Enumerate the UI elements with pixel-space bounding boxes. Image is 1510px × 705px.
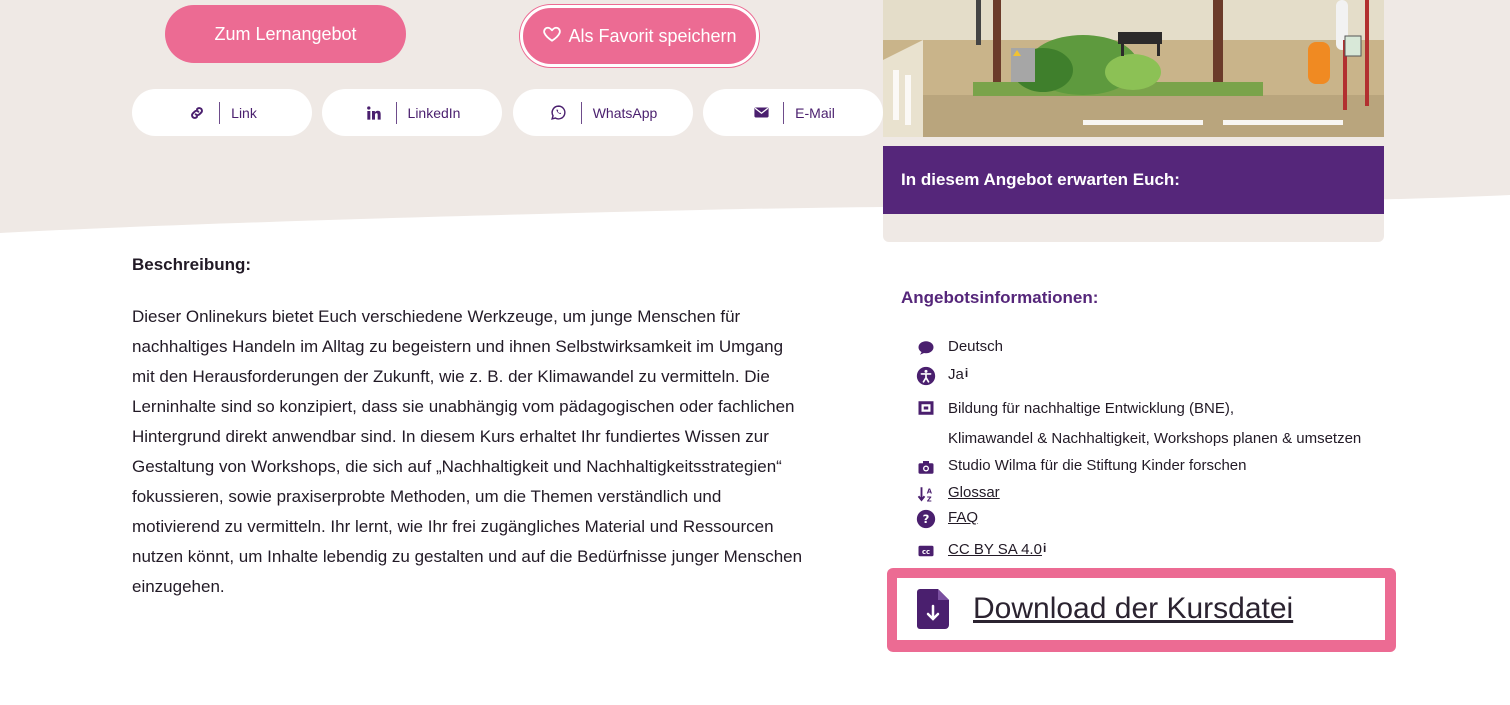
info-accessibility: Ja i (916, 366, 968, 386)
share-linkedin-label: LinkedIn (407, 104, 461, 121)
info-marker-license[interactable]: i (1043, 541, 1046, 555)
sort-alpha-icon: AZ (916, 484, 936, 504)
info-language: Deutsch (916, 338, 1003, 358)
info-heading: Angebotsinformationen: (901, 288, 1099, 307)
separator (580, 101, 582, 124)
download-link[interactable]: Download der Kursdatei (973, 592, 1293, 626)
expect-box-body (883, 214, 1384, 242)
info-topics-line2: Klimawandel & Nachhaltigkeit, Workshops … (948, 430, 1362, 447)
info-license[interactable]: cc CC BY SA 4.0 i (916, 541, 1046, 561)
accessibility-icon (916, 366, 936, 386)
cc-icon-text: cc (922, 548, 930, 556)
camera-icon (916, 457, 936, 477)
share-email-label: E-Mail (795, 104, 835, 121)
share-email-button[interactable]: E-Mail (703, 89, 883, 136)
separator (395, 101, 397, 124)
to-course-button[interactable]: Zum Lernangebot (165, 5, 406, 63)
save-favorite-label: Als Favorit speichern (568, 25, 737, 46)
linkedin-icon (364, 103, 384, 123)
info-marker-accessibility[interactable]: i (965, 366, 968, 380)
link-icon (187, 103, 207, 123)
faq-link[interactable]: FAQ (948, 509, 978, 526)
glossary-link[interactable]: Glossar (948, 484, 1000, 501)
tag-frame-icon (916, 398, 936, 418)
expect-box-title: In diesem Angebot erwarten Euch: (883, 146, 1384, 214)
heart-icon (542, 24, 562, 49)
speech-bubble-icon (916, 338, 936, 358)
save-favorite-button[interactable]: Als Favorit speichern (520, 5, 759, 67)
info-credit: Studio Wilma für die Stiftung Kinder for… (916, 457, 1246, 477)
separator (219, 101, 221, 124)
separator (783, 101, 785, 124)
download-box[interactable]: Download der Kursdatei (897, 578, 1385, 640)
info-accessibility-text: Ja (948, 366, 964, 383)
svg-text:A: A (927, 487, 933, 495)
course-illustration (883, 0, 1384, 137)
license-link[interactable]: CC BY SA 4.0 (948, 541, 1042, 558)
info-language-text: Deutsch (948, 338, 1004, 355)
envelope-icon (751, 103, 771, 123)
whatsapp-icon (549, 103, 569, 123)
info-credit-text: Studio Wilma für die Stiftung Kinder for… (948, 457, 1247, 474)
share-linkedin-button[interactable]: LinkedIn (322, 89, 502, 136)
description-heading: Beschreibung: (132, 255, 252, 274)
share-whatsapp-button[interactable]: WhatsApp (513, 89, 693, 136)
share-link-label: Link (231, 104, 257, 121)
share-whatsapp-label: WhatsApp (592, 104, 658, 121)
info-faq[interactable]: ? FAQ (916, 509, 978, 529)
svg-text:Z: Z (927, 496, 932, 504)
description-text: Dieser Onlinekurs bietet Euch verschiede… (132, 307, 803, 596)
info-topics: Bildung für nachhaltige Entwicklung (BNE… (916, 398, 1361, 454)
info-glossary[interactable]: AZ Glossar (916, 484, 1000, 504)
creative-commons-icon: cc (916, 541, 936, 561)
share-link-button[interactable]: Link (132, 89, 312, 136)
info-topics-line1: Bildung für nachhaltige Entwicklung (BNE… (948, 400, 1234, 417)
file-download-icon (917, 589, 949, 629)
svg-text:?: ? (923, 512, 930, 526)
question-circle-icon: ? (916, 509, 936, 529)
info-topics-text: Bildung für nachhaltige Entwicklung (BNE… (948, 394, 1361, 454)
